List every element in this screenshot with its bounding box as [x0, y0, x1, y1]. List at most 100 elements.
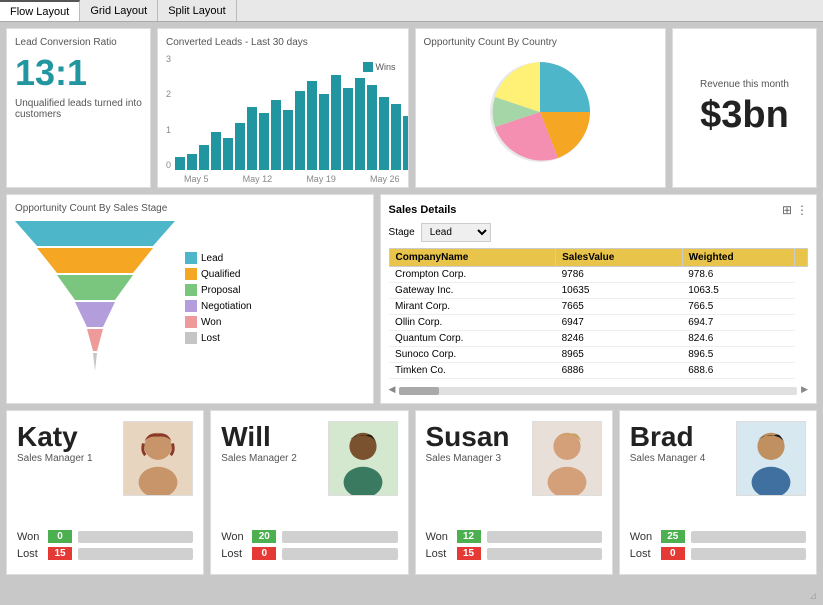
cell-0-2: 978.6: [682, 267, 794, 283]
table-card-inner: Sales Details ⊞ ⋮ Stage Lead Qualified P…: [389, 203, 808, 395]
y-label-1: 1: [166, 125, 171, 135]
legend-label-wins: Wins: [376, 62, 396, 72]
person-photo: [328, 421, 398, 496]
cell-6-2: 688.6: [682, 363, 794, 379]
won-row: Won 20: [221, 530, 397, 543]
h-scrollbar-thumb: [399, 387, 439, 395]
tab-flow-layout[interactable]: Flow Layout: [0, 0, 80, 21]
cell-2-1: 7665: [556, 299, 683, 315]
won-bar: [282, 531, 397, 543]
cell-4-0: Quantum Corp.: [389, 331, 556, 347]
person-card-will: Will Sales Manager 2 Won 20 Lost: [210, 410, 408, 575]
table-row[interactable]: Mirant Corp.7665766.5: [389, 299, 807, 315]
lead-conversion-card: Lead Conversion Ratio 13:1 Unqualified l…: [6, 28, 151, 188]
table-row[interactable]: Unova Inc.109571095.7: [389, 379, 807, 383]
legend-won: Won: [185, 316, 252, 328]
expand-icon[interactable]: ⊞: [782, 203, 792, 217]
person-photo: [123, 421, 193, 496]
cell-4-1: 8246: [556, 331, 683, 347]
dashboard: Lead Conversion Ratio 13:1 Unqualified l…: [0, 22, 823, 605]
bar: [295, 91, 305, 170]
bar: [187, 154, 197, 170]
revenue-title: Revenue this month: [700, 79, 789, 90]
legend-color-lead: [185, 252, 197, 264]
bar: [271, 100, 281, 170]
legend-proposal: Proposal: [185, 284, 252, 296]
legend-color-proposal: [185, 284, 197, 296]
row2: Opportunity Count By Sales Stage: [6, 194, 817, 404]
lost-bar: [282, 548, 397, 560]
won-label: Won: [426, 531, 451, 543]
bar: [199, 145, 209, 170]
legend-label-proposal: Proposal: [201, 285, 240, 296]
funnel-legend: Lead Qualified Proposal Negotiation: [185, 252, 252, 344]
lost-row: Lost 0: [630, 547, 806, 560]
won-row: Won 25: [630, 530, 806, 543]
tab-split-layout[interactable]: Split Layout: [158, 0, 236, 21]
person-name: Brad: [630, 421, 726, 453]
legend-lead: Lead: [185, 252, 252, 264]
legend-label-lost: Lost: [201, 333, 220, 344]
col-company: CompanyName: [389, 249, 556, 267]
tab-grid-layout[interactable]: Grid Layout: [80, 0, 158, 21]
bar: [307, 81, 317, 170]
table-row[interactable]: Crompton Corp.9786978.6: [389, 267, 807, 283]
won-badge: 0: [48, 530, 72, 543]
cell-3-2: 694.7: [682, 315, 794, 331]
won-bar: [78, 531, 193, 543]
lost-label: Lost: [221, 548, 246, 560]
bar-x-labels: May 5 May 12 May 19 May 26: [166, 174, 400, 184]
person-photo: [736, 421, 806, 496]
row1: Lead Conversion Ratio 13:1 Unqualified l…: [6, 28, 817, 188]
bar-legend: Wins: [363, 62, 396, 72]
table-title: Sales Details: [389, 204, 457, 216]
table-icons: ⊞ ⋮: [782, 203, 808, 217]
won-badge: 20: [252, 530, 276, 543]
lead-conversion-title: Lead Conversion Ratio: [15, 37, 142, 48]
cell-1-0: Gateway Inc.: [389, 283, 556, 299]
funnel-svg: [15, 221, 175, 376]
h-scrollbar-track[interactable]: [399, 387, 797, 395]
table-row[interactable]: Sunoco Corp.8965896.5: [389, 347, 807, 363]
won-badge: 25: [661, 530, 685, 543]
bar: [379, 97, 389, 170]
stage-select[interactable]: Lead Qualified Proposal: [421, 223, 491, 242]
person-card-katy: Katy Sales Manager 1 Won 0: [6, 410, 204, 575]
table-row[interactable]: Gateway Inc.106351063.5: [389, 283, 807, 299]
pie-chart-title: Opportunity Count By Country: [424, 37, 658, 48]
table-header: Sales Details ⊞ ⋮: [389, 203, 808, 217]
lost-badge: 15: [48, 547, 72, 560]
scroll-right-btn[interactable]: ▶: [801, 384, 808, 395]
x-label-may26: May 26: [370, 174, 400, 184]
funnel-title: Opportunity Count By Sales Stage: [15, 203, 365, 214]
scroll-left-btn[interactable]: ◀: [389, 384, 396, 395]
funnel-negotiation: [75, 302, 115, 327]
cell-0-0: Crompton Corp.: [389, 267, 556, 283]
table-scroll[interactable]: CompanyName SalesValue Weighted Crompton…: [389, 248, 808, 382]
legend-label-lead: Lead: [201, 253, 223, 264]
person-stats: Won 12 Lost 15: [426, 530, 602, 564]
cell-7-0: Unova Inc.: [389, 379, 556, 383]
legend-lost: Lost: [185, 332, 252, 344]
resize-handle[interactable]: ⊿: [809, 591, 819, 601]
table-row[interactable]: Timken Co.6886688.6: [389, 363, 807, 379]
lost-row: Lost 15: [17, 547, 193, 560]
bar: [211, 132, 221, 170]
x-label-may5: May 5: [184, 174, 209, 184]
funnel-lead: [15, 221, 175, 246]
more-icon[interactable]: ⋮: [796, 203, 808, 217]
won-badge: 12: [457, 530, 481, 543]
lead-ratio-desc: Unqualified leads turned into customers: [15, 98, 142, 120]
person-photo: [532, 421, 602, 496]
cell-5-2: 896.5: [682, 347, 794, 363]
person-name: Katy: [17, 421, 113, 453]
lost-bar: [487, 548, 602, 560]
legend-color-lost: [185, 332, 197, 344]
won-label: Won: [221, 531, 246, 543]
table-row[interactable]: Quantum Corp.8246824.6: [389, 331, 807, 347]
lost-label: Lost: [17, 548, 42, 560]
cell-5-0: Sunoco Corp.: [389, 347, 556, 363]
cell-5-1: 8965: [556, 347, 683, 363]
person-role: Sales Manager 1: [17, 453, 113, 464]
table-row[interactable]: Ollin Corp.6947694.7: [389, 315, 807, 331]
